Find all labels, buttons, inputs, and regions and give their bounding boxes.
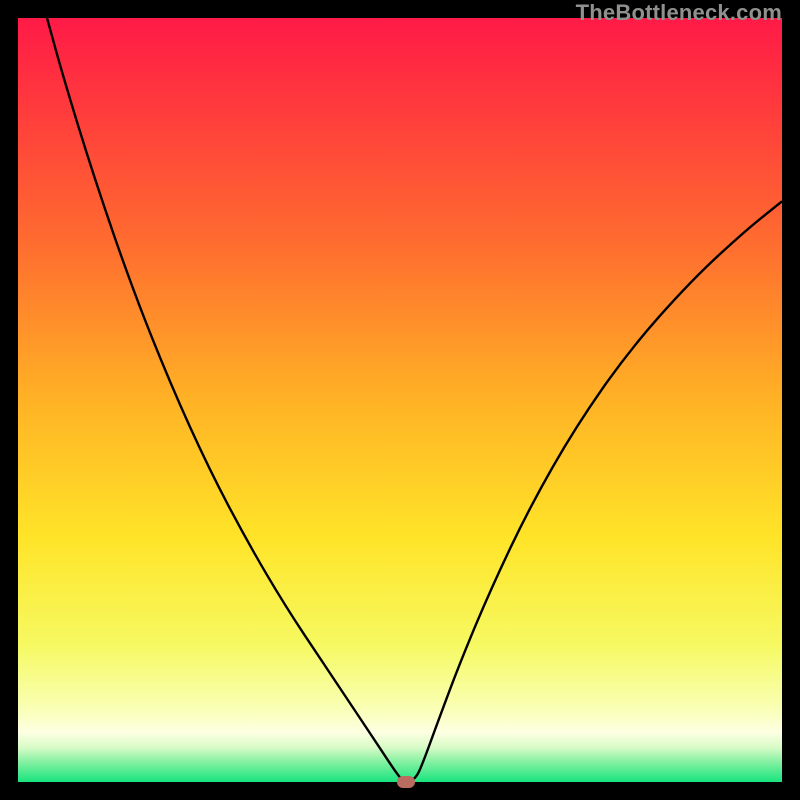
gradient-background: [18, 18, 782, 782]
optimal-marker: [397, 776, 415, 788]
gradient-plot: [18, 18, 782, 782]
watermark-text: TheBottleneck.com: [576, 0, 782, 26]
plot-frame: [18, 18, 782, 782]
